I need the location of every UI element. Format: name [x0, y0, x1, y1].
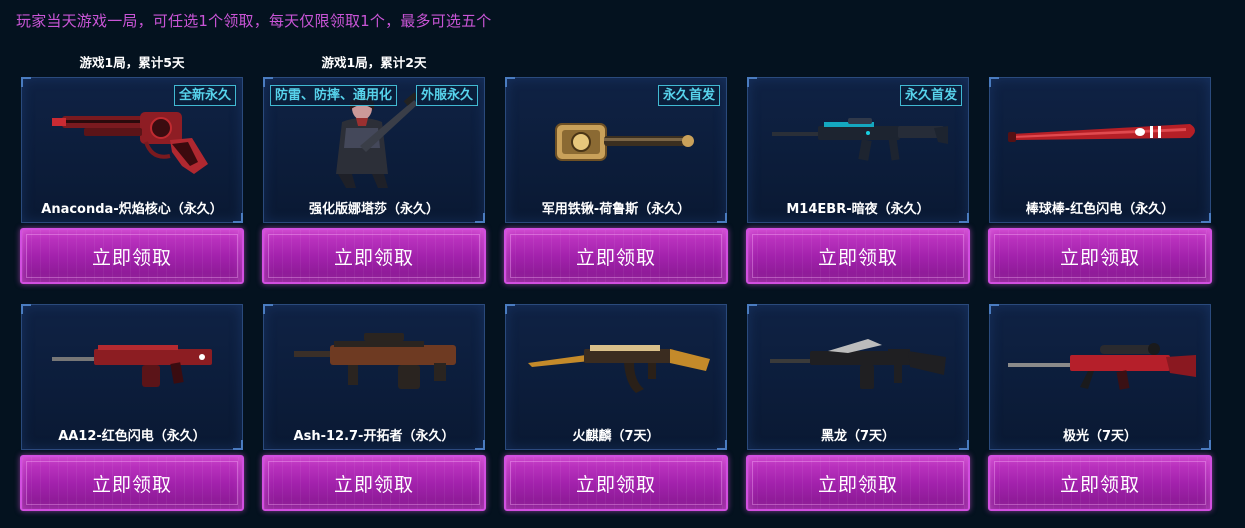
- claim-button-1[interactable]: 立即领取: [20, 228, 244, 284]
- item-name: 极光（7天）: [1062, 429, 1138, 444]
- reward-card-3: 永久首发 军用铁锹-荷鲁斯（永久）: [505, 77, 727, 223]
- reward-card-8: 火麒麟（7天）: [505, 304, 727, 450]
- item-name: 棒球棒-红色闪电（永久）: [1025, 202, 1175, 217]
- shotgun-icon: [52, 345, 212, 387]
- item-name: Ash-12.7-开拓者（永久）: [293, 429, 455, 444]
- claim-button-5[interactable]: 立即领取: [988, 228, 1212, 284]
- feature-badge: 防雷、防摔、通用化: [270, 85, 398, 106]
- claim-button-8[interactable]: 立即领取: [504, 455, 728, 511]
- assault-rifle-icon: [294, 333, 456, 389]
- item-name: M14EBR-暗夜（永久）: [786, 202, 930, 217]
- requirement-label-2: 游戏1局，累计2天: [321, 55, 427, 70]
- new-permanent-badge: 全新永久: [173, 85, 236, 106]
- premiere-permanent-badge: 永久首发: [657, 85, 720, 106]
- reward-card-7: Ash-12.7-开拓者（永久）: [263, 304, 485, 450]
- requirement-label-1: 游戏1局，累计5天: [79, 55, 185, 70]
- reward-card-2: 防雷、防摔、通用化 外服永久 强化版娜塔莎（永久）: [263, 77, 485, 223]
- claim-button-10[interactable]: 立即领取: [988, 455, 1212, 511]
- reward-card-1: 全新永久 Anaconda-炽焰核心（永久）: [21, 77, 243, 223]
- reward-card-5: 棒球棒-红色闪电（永久）: [989, 77, 1211, 223]
- item-name: AA12-红色闪电（永久）: [58, 429, 206, 444]
- item-name: 强化版娜塔莎（永久）: [308, 202, 439, 217]
- item-name: Anaconda-炽焰核心（永久）: [41, 202, 223, 217]
- claim-button-4[interactable]: 立即领取: [746, 228, 970, 284]
- ak-rifle-icon: [528, 345, 710, 393]
- claim-button-2[interactable]: 立即领取: [262, 228, 486, 284]
- claim-button-6[interactable]: 立即领取: [20, 455, 244, 511]
- item-name: 火麒麟（7天）: [572, 429, 660, 444]
- m4-rifle-icon: [770, 339, 946, 389]
- claim-button-9[interactable]: 立即领取: [746, 455, 970, 511]
- sniper-rifle-icon: [1008, 343, 1196, 390]
- overseas-permanent-badge: 外服永久: [415, 85, 478, 106]
- reward-card-6: AA12-红色闪电（永久）: [21, 304, 243, 450]
- item-name: 黑龙（7天）: [820, 429, 896, 444]
- claim-button-3[interactable]: 立即领取: [504, 228, 728, 284]
- item-name: 军用铁锹-荷鲁斯（永久）: [541, 202, 691, 217]
- intro-text: 玩家当天游戏一局，可任选1个领取，每天仅限领取1个，最多可选五个: [16, 12, 492, 30]
- premiere-permanent-badge: 永久首发: [899, 85, 962, 106]
- reward-card-4: 永久首发 M14EBR-暗夜（永久）: [747, 77, 969, 223]
- baseball-bat-icon: [1008, 124, 1195, 142]
- claim-button-7[interactable]: 立即领取: [262, 455, 486, 511]
- reward-card-10: 极光（7天）: [989, 304, 1211, 450]
- reward-card-9: 黑龙（7天）: [747, 304, 969, 450]
